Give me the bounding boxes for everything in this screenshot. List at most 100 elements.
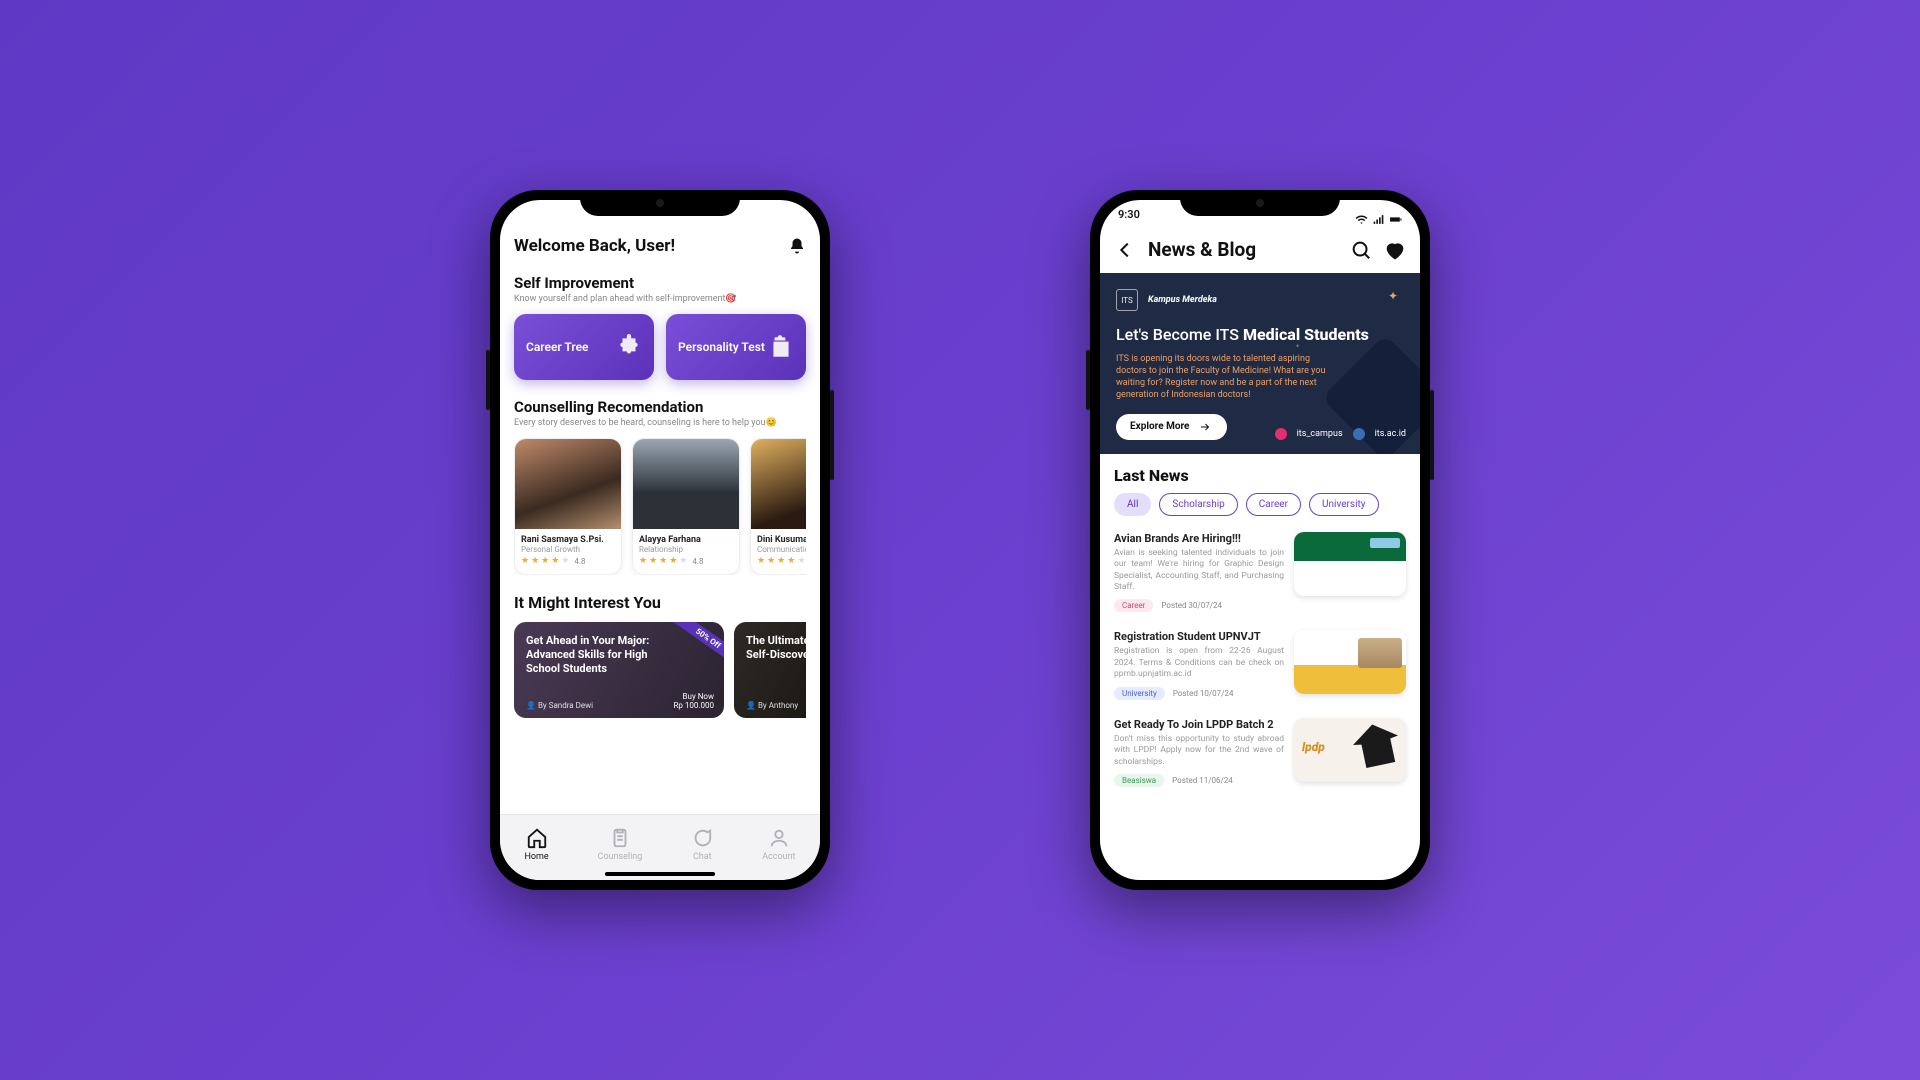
page-header: News & Blog bbox=[1100, 230, 1420, 273]
sparkle-icon: ✦ bbox=[1295, 343, 1300, 350]
home-indicator bbox=[605, 872, 715, 876]
tab-chat[interactable]: Chat bbox=[691, 827, 713, 862]
counsellor-name: Alayya Farhana bbox=[639, 535, 733, 545]
kampus-merdeka-logo: Kampus Merdeka bbox=[1148, 295, 1217, 305]
chip-university[interactable]: University bbox=[1309, 493, 1379, 516]
explore-more-button[interactable]: Explore More bbox=[1116, 414, 1227, 440]
counsellor-card[interactable]: Alayya Farhana Relationship ★★★★★ 4.8 bbox=[632, 438, 740, 575]
tab-home[interactable]: Home bbox=[524, 827, 548, 862]
welcome-text: Welcome Back, User! bbox=[514, 236, 675, 256]
hero-banner: ✦ ✦ ITS Kampus Merdeka Let's Become ITS … bbox=[1100, 273, 1420, 454]
category-pill: Beasiswa bbox=[1114, 774, 1164, 787]
news-desc: Registration is open from 22-26 August 2… bbox=[1114, 646, 1284, 680]
self-title: Self Improvement bbox=[514, 274, 806, 292]
clipboard-icon bbox=[609, 827, 631, 849]
news-title: Get Ready To Join LPDP Batch 2 bbox=[1114, 718, 1284, 731]
personality-test-label: Personality Test bbox=[678, 340, 765, 354]
rating-stars: ★★★★★ 4.8 bbox=[521, 557, 615, 566]
wifi-icon bbox=[1355, 213, 1368, 226]
instagram-icon[interactable] bbox=[1275, 428, 1287, 440]
news-thumbnail bbox=[1294, 630, 1406, 694]
category-pill: University bbox=[1114, 687, 1165, 700]
clipboard-icon bbox=[768, 334, 794, 360]
course-card[interactable]: 50% Off Get Ahead in Your Major: Advance… bbox=[514, 622, 724, 718]
course-author: 👤 By Anthony bbox=[746, 701, 798, 710]
heart-icon[interactable] bbox=[1384, 239, 1406, 261]
tab-bar: Home Counseling Chat Account bbox=[500, 814, 820, 880]
chat-icon bbox=[691, 827, 713, 849]
hero-socials: its_campus its.ac.id bbox=[1275, 428, 1406, 440]
course-title: The Ultimate Self-Discove bbox=[746, 634, 806, 662]
topbar: Welcome Back, User! bbox=[514, 236, 806, 256]
notch bbox=[1180, 190, 1340, 216]
course-card[interactable]: The Ultimate Self-Discove 👤 By Anthony bbox=[734, 622, 806, 718]
back-icon[interactable] bbox=[1114, 239, 1136, 261]
news-item[interactable]: Avian Brands Are Hiring!!! Avian is seek… bbox=[1114, 528, 1406, 627]
globe-icon[interactable] bbox=[1353, 428, 1365, 440]
career-tree-tile[interactable]: Career Tree bbox=[514, 314, 654, 380]
news-item[interactable]: Registration Student UPNVJT Registration… bbox=[1114, 626, 1406, 713]
puzzle-icon bbox=[616, 334, 642, 360]
rating-stars: ★★★★★ bbox=[757, 557, 806, 566]
counsellor-name: Rani Sasmaya S.Psi. bbox=[521, 535, 615, 545]
filter-chips: All Scholarship Career University bbox=[1114, 493, 1406, 516]
course-price: Buy Now Rp 100.000 bbox=[674, 692, 715, 710]
notch bbox=[580, 190, 740, 216]
counsellor-tag: Relationship bbox=[639, 545, 733, 554]
page-title: News & Blog bbox=[1148, 238, 1256, 261]
tab-counseling[interactable]: Counseling bbox=[598, 827, 643, 862]
discount-ribbon: 50% Off bbox=[671, 622, 724, 667]
news-item[interactable]: Get Ready To Join LPDP Batch 2 Don't mis… bbox=[1114, 714, 1406, 801]
rating-stars: ★★★★★ 4.8 bbox=[639, 557, 733, 566]
chip-all[interactable]: All bbox=[1114, 493, 1151, 516]
news-title: Registration Student UPNVJT bbox=[1114, 630, 1284, 643]
user-icon bbox=[768, 827, 790, 849]
chip-scholarship[interactable]: Scholarship bbox=[1159, 493, 1237, 516]
home-icon bbox=[526, 827, 548, 849]
career-tree-label: Career Tree bbox=[526, 340, 589, 354]
search-icon[interactable] bbox=[1350, 239, 1372, 261]
personality-test-tile[interactable]: Personality Test bbox=[666, 314, 806, 380]
interest-title: It Might Interest You bbox=[514, 593, 806, 612]
posted-date: Posted 30/07/24 bbox=[1161, 601, 1222, 610]
posted-date: Posted 10/07/24 bbox=[1173, 689, 1234, 698]
counsellor-name: Dini Kusuma bbox=[757, 535, 806, 545]
counselling-section: Counselling Recomendation Every story de… bbox=[514, 398, 806, 575]
counsellor-tag: Communication bbox=[757, 545, 806, 554]
phone-news: 9:30 News & Blog ✦ ✦ ITS Kampus Merdeka bbox=[1090, 190, 1430, 890]
avatar bbox=[633, 439, 739, 529]
phone-home: Welcome Back, User! Self Improvement Kno… bbox=[490, 190, 830, 890]
clock: 9:30 bbox=[1118, 208, 1140, 230]
hero-title: Let's Become ITS Medical Students bbox=[1116, 325, 1404, 345]
hero-body: ITS is opening its doors wide to talente… bbox=[1116, 353, 1326, 402]
counsellor-tag: Personal Growth bbox=[521, 545, 615, 554]
signal-icon bbox=[1372, 213, 1385, 226]
tab-account[interactable]: Account bbox=[762, 827, 795, 862]
avatar bbox=[515, 439, 621, 529]
news-thumbnail bbox=[1294, 718, 1406, 782]
interest-section: It Might Interest You 50% Off Get Ahead … bbox=[514, 593, 806, 718]
last-news-title: Last News bbox=[1114, 466, 1406, 485]
category-pill: Career bbox=[1114, 599, 1153, 612]
self-subtitle: Know yourself and plan ahead with self-i… bbox=[514, 294, 806, 304]
its-logo: ITS bbox=[1116, 289, 1138, 311]
instagram-handle: its_campus bbox=[1297, 429, 1343, 439]
counsel-subtitle: Every story deserves to be heard, counse… bbox=[514, 418, 806, 428]
news-thumbnail bbox=[1294, 532, 1406, 596]
hero-logos: ITS Kampus Merdeka bbox=[1116, 289, 1404, 311]
self-improvement-section: Self Improvement Know yourself and plan … bbox=[514, 274, 806, 380]
avatar bbox=[751, 439, 806, 529]
counsellor-card[interactable]: Dini Kusuma Communication ★★★★★ bbox=[750, 438, 806, 575]
news-desc: Don't miss this opportunity to study abr… bbox=[1114, 734, 1284, 768]
website-url: its.ac.id bbox=[1375, 429, 1406, 439]
posted-date: Posted 11/06/24 bbox=[1172, 776, 1233, 785]
course-title: Get Ahead in Your Major: Advanced Skills… bbox=[526, 634, 666, 675]
battery-icon bbox=[1389, 213, 1402, 226]
chip-career[interactable]: Career bbox=[1246, 493, 1301, 516]
news-title: Avian Brands Are Hiring!!! bbox=[1114, 532, 1284, 545]
bell-icon[interactable] bbox=[788, 237, 806, 255]
counsellor-card[interactable]: Rani Sasmaya S.Psi. Personal Growth ★★★★… bbox=[514, 438, 622, 575]
arrow-right-icon bbox=[1197, 421, 1213, 433]
counsel-title: Counselling Recomendation bbox=[514, 398, 806, 416]
course-author: 👤 By Sandra Dewi bbox=[526, 701, 593, 710]
